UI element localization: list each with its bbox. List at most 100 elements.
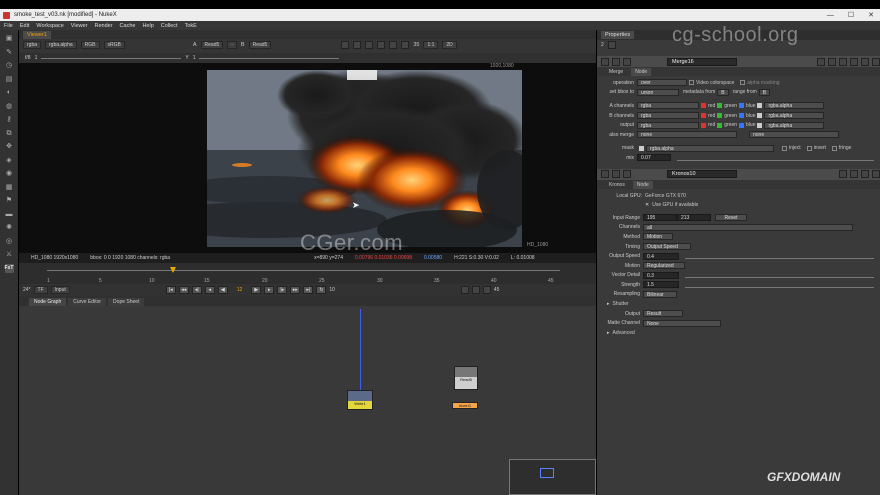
- merge-node-name[interactable]: Merge16: [667, 57, 737, 66]
- merge-float-panel-icon[interactable]: [861, 57, 869, 66]
- out-alpha-dropdown[interactable]: rgba.alpha: [764, 121, 825, 129]
- kronos-collapse-icon[interactable]: [601, 170, 609, 179]
- channels-dropdown-kronos[interactable]: all: [643, 223, 853, 231]
- kronos-color-icon[interactable]: [623, 170, 631, 179]
- properties-tab[interactable]: Properties: [601, 31, 635, 39]
- strength-input[interactable]: 1.5: [643, 281, 679, 289]
- fstop-value[interactable]: 1: [35, 55, 38, 61]
- refresh-icon[interactable]: [377, 40, 386, 49]
- step-forward-button[interactable]: ▸: [264, 286, 275, 294]
- mask-checkbox[interactable]: [639, 145, 644, 151]
- gamma-slider[interactable]: [199, 57, 340, 59]
- minimize-icon[interactable]: —: [827, 12, 834, 19]
- merge-tab-node[interactable]: Node: [631, 68, 652, 76]
- merge-tab-merge[interactable]: Merge: [605, 68, 627, 76]
- motion-dropdown[interactable]: Regularized: [643, 262, 685, 270]
- alpha-dropdown[interactable]: rgba.alpha: [45, 40, 77, 49]
- operation-dropdown[interactable]: over: [637, 79, 687, 87]
- 3d-icon[interactable]: ◈: [5, 156, 14, 165]
- b-blue-checkbox[interactable]: [739, 113, 745, 119]
- menu-toke[interactable]: TokE: [185, 23, 197, 29]
- lock-icon[interactable]: [401, 40, 410, 49]
- kronos-node-name[interactable]: Kronos10: [667, 170, 737, 179]
- tab-dope-sheet[interactable]: Dope Sheet: [108, 298, 145, 306]
- loop-button[interactable]: ↻: [316, 286, 327, 294]
- particles-icon[interactable]: ✺: [5, 223, 14, 232]
- node-graph[interactable]: Write1 Read5 Invert1: [19, 306, 596, 495]
- out-blue-checkbox[interactable]: [739, 122, 745, 128]
- step-forward-increment-button[interactable]: |▸: [277, 286, 288, 294]
- menu-workspace[interactable]: Workspace: [36, 23, 63, 29]
- merge-close-icon[interactable]: [872, 57, 880, 66]
- playhead-marker[interactable]: [170, 267, 176, 273]
- panel-count[interactable]: 2: [601, 42, 604, 48]
- range-dropdown[interactable]: Input: [50, 286, 70, 294]
- output-dropdown-kronos[interactable]: Result: [643, 310, 683, 318]
- toolsets-icon[interactable]: ⚑: [5, 196, 14, 205]
- wipe-dropdown[interactable]: -: [227, 40, 237, 49]
- read-node[interactable]: Read5: [454, 366, 478, 390]
- kronos-float-icon[interactable]: [612, 170, 620, 179]
- alpha-masking-checkbox[interactable]: [740, 80, 746, 86]
- zoom-value[interactable]: 35: [413, 42, 419, 48]
- y-value[interactable]: 1: [193, 55, 196, 61]
- cache-icon[interactable]: [471, 286, 480, 294]
- range-dropdown-prop[interactable]: B: [758, 88, 771, 96]
- transform-icon[interactable]: ✥: [5, 142, 14, 151]
- lut-dropdown[interactable]: sRGB: [103, 40, 125, 49]
- invert-checkbox[interactable]: [806, 145, 812, 151]
- kronos-help-icon[interactable]: [861, 170, 869, 179]
- draw-icon[interactable]: ✎: [5, 48, 14, 57]
- timing-dropdown[interactable]: Output Speed: [643, 243, 691, 251]
- fps-field[interactable]: 24*: [23, 287, 31, 293]
- video-colorspace-checkbox[interactable]: [689, 80, 694, 86]
- advanced-expand-icon[interactable]: ▸: [607, 330, 610, 336]
- shutter-label[interactable]: Shutter: [613, 301, 629, 307]
- menu-cache[interactable]: Cache: [120, 23, 136, 29]
- a-channels-dropdown[interactable]: rgba: [637, 102, 699, 110]
- close-icon[interactable]: ✕: [868, 11, 874, 19]
- out-red-checkbox[interactable]: [701, 122, 706, 128]
- kronos-tab-kronos[interactable]: Kronos: [605, 181, 629, 189]
- tf-dropdown[interactable]: TF: [33, 286, 48, 294]
- mask-dropdown[interactable]: rgba.alpha: [646, 144, 774, 152]
- input-b-dropdown[interactable]: Read5: [248, 40, 272, 49]
- end-frame[interactable]: 45: [494, 287, 500, 293]
- menu-viewer[interactable]: Viewer: [71, 23, 88, 29]
- invert-node[interactable]: Invert1: [452, 402, 478, 409]
- image-icon[interactable]: ▣: [5, 34, 14, 43]
- channel-icon[interactable]: ▤: [5, 75, 14, 84]
- matte-channel-dropdown[interactable]: None: [643, 319, 721, 327]
- color-icon[interactable]: ◐: [5, 88, 14, 97]
- also-merge-dropdown[interactable]: none: [637, 131, 737, 139]
- roi-icon[interactable]: [341, 40, 350, 49]
- a-alpha-dropdown[interactable]: rgba.alpha: [764, 102, 825, 110]
- audio-icon[interactable]: [482, 286, 491, 294]
- view-mode-dropdown[interactable]: 2D: [442, 40, 457, 49]
- fxt-icon[interactable]: FxT: [4, 263, 14, 273]
- step-back-button[interactable]: ◂: [204, 286, 215, 294]
- merge-icon[interactable]: ⧉: [5, 129, 14, 138]
- merge-undo-icon[interactable]: [817, 57, 825, 66]
- output-dropdown[interactable]: rgba: [637, 121, 699, 129]
- a-alpha-checkbox[interactable]: [757, 103, 763, 109]
- output-speed-input[interactable]: 0.4: [643, 252, 679, 260]
- output-speed-slider[interactable]: [685, 253, 874, 260]
- use-gpu-check-icon[interactable]: ✕: [645, 202, 649, 208]
- clip-icon[interactable]: [353, 40, 362, 49]
- other-icon[interactable]: ▬: [5, 210, 14, 219]
- current-frame[interactable]: 12: [237, 287, 243, 293]
- viewer-tab[interactable]: Viewer1: [23, 31, 51, 39]
- input-a-dropdown[interactable]: Read5: [200, 40, 224, 49]
- ratio-dropdown[interactable]: 1:1: [423, 40, 439, 49]
- out-green-checkbox[interactable]: [717, 122, 723, 128]
- b-channels-dropdown[interactable]: rgba: [637, 112, 699, 120]
- step-back-increment-button[interactable]: ◂|: [191, 286, 202, 294]
- kronos-close-icon[interactable]: [872, 170, 880, 179]
- b-green-checkbox[interactable]: [717, 113, 723, 119]
- vector-detail-slider[interactable]: [685, 272, 874, 279]
- vector-detail-input[interactable]: 0.3: [643, 271, 679, 279]
- mix-slider[interactable]: [677, 155, 874, 161]
- gain-slider[interactable]: [41, 57, 182, 59]
- a-blue-checkbox[interactable]: [739, 103, 745, 109]
